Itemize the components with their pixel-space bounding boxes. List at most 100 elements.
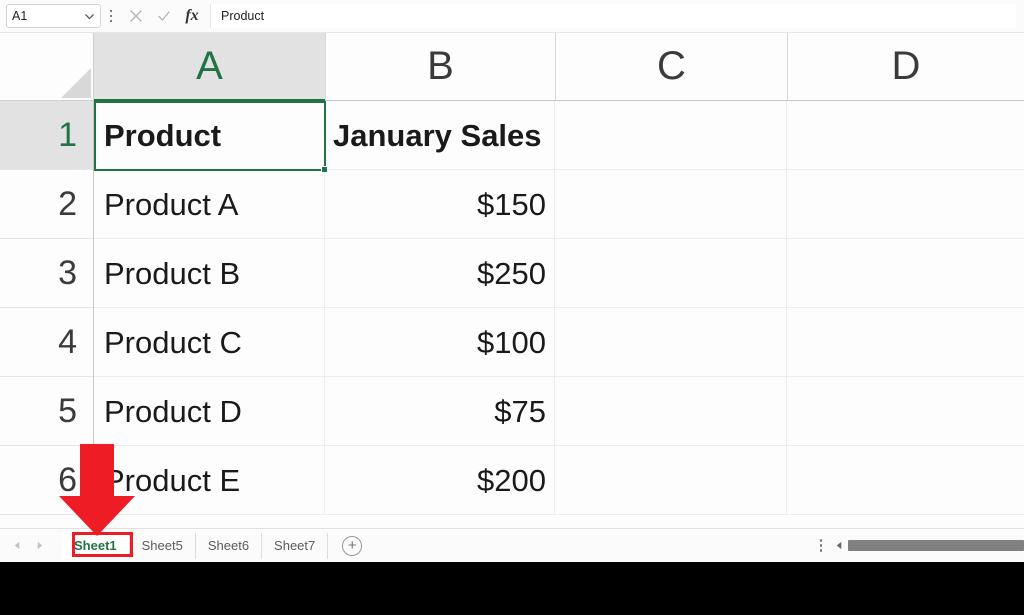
formula-action-buttons: fx [122, 3, 206, 29]
row-label: 2 [58, 184, 77, 223]
add-sheet-label: + [347, 537, 357, 554]
cell-value: $250 [477, 255, 546, 291]
formula-value: Product [221, 9, 265, 23]
column-header-c[interactable]: C [556, 33, 788, 100]
sheet-tabs: Sheet1 Sheet5 Sheet6 Sheet7 + [62, 529, 363, 563]
row-header-5[interactable]: 5 [0, 377, 93, 446]
more-vertical-icon[interactable] [103, 4, 119, 28]
plus-circle-icon[interactable]: + [342, 535, 363, 556]
letterbox-bar [0, 562, 1024, 615]
row-label: 3 [58, 253, 77, 292]
cell-a6[interactable]: Product E [94, 446, 325, 515]
cell-d5[interactable] [787, 377, 1024, 446]
table-row: Product D $75 [94, 377, 1024, 446]
cell-b1[interactable]: January Sales [325, 101, 555, 170]
sheet-tab-sheet7[interactable]: Sheet7 [262, 532, 329, 559]
cell-a1[interactable]: Product [94, 101, 325, 170]
sheet-tab-label: Sheet6 [207, 538, 250, 553]
cell-b2[interactable]: $150 [325, 170, 555, 239]
chevron-down-icon[interactable] [83, 10, 95, 22]
name-box[interactable]: A1 [6, 4, 101, 28]
row-header-6[interactable]: 6 [0, 446, 93, 515]
sheet-tab-label: Sheet7 [274, 538, 316, 553]
horizontal-scrollbar-area [812, 529, 1024, 563]
cell-d4[interactable] [787, 308, 1024, 377]
row-label: 1 [58, 115, 77, 154]
cancel-formula-button[interactable] [122, 3, 150, 29]
cell-value: Product A [104, 186, 239, 222]
dot [819, 544, 823, 547]
sheet-tab-sheet1[interactable]: Sheet1 [62, 532, 130, 559]
cell-d1[interactable] [787, 101, 1024, 170]
formula-input[interactable]: Product [210, 4, 1016, 28]
cell-d2[interactable] [787, 170, 1024, 239]
sheet-tab-bar: Sheet1 Sheet5 Sheet6 Sheet7 + [0, 528, 1024, 562]
sheet-tab-sheet5[interactable]: Sheet5 [130, 532, 196, 559]
row-label: 6 [58, 460, 77, 499]
cell-c1[interactable] [555, 101, 787, 170]
cell-value: $100 [477, 324, 546, 360]
table-row: Product E $200 [94, 446, 1024, 515]
triangle-right-icon[interactable] [28, 534, 50, 558]
column-label: C [657, 44, 686, 88]
cell-b4[interactable]: $100 [325, 308, 555, 377]
row-header-2[interactable]: 2 [0, 170, 93, 239]
column-header-a[interactable]: A [94, 33, 326, 101]
column-label: B [427, 44, 454, 88]
row-headers: 1 2 3 4 5 6 [0, 101, 94, 515]
row-label: 5 [58, 391, 77, 430]
cell-value: Product C [104, 324, 242, 360]
cell-value: $200 [477, 462, 546, 498]
horizontal-scrollbar-track[interactable] [848, 540, 1024, 551]
cell-b6[interactable]: $200 [325, 446, 555, 515]
cell-c2[interactable] [555, 170, 787, 239]
enter-formula-button[interactable] [150, 3, 178, 29]
table-row: Product C $100 [94, 308, 1024, 377]
cell-a2[interactable]: Product A [94, 170, 325, 239]
cell-c3[interactable] [555, 239, 787, 308]
grid-cells: Product January Sales Product A $150 Pro… [94, 101, 1024, 515]
select-all-corner[interactable] [0, 33, 94, 101]
cell-a5[interactable]: Product D [94, 377, 325, 446]
name-box-value: A1 [12, 9, 28, 23]
cell-a4[interactable]: Product C [94, 308, 325, 377]
cell-c5[interactable] [555, 377, 787, 446]
cell-d3[interactable] [787, 239, 1024, 308]
spreadsheet-grid: A B C D 1 2 3 4 5 6 Product January Sale… [0, 33, 1024, 528]
cell-value: Product D [104, 393, 242, 429]
dot [819, 539, 823, 542]
table-row: Product A $150 [94, 170, 1024, 239]
scroll-left-icon[interactable] [830, 534, 848, 558]
row-header-3[interactable]: 3 [0, 239, 93, 308]
cell-c6[interactable] [555, 446, 787, 515]
sheet-tab-label: Sheet5 [141, 538, 183, 553]
dot [109, 19, 113, 23]
cell-value: January Sales [333, 117, 542, 153]
excel-window: A1 fx Product A B C D 1 2 3 4 5 6 Produc… [0, 0, 1024, 562]
row-label: 4 [58, 322, 77, 361]
row-header-1[interactable]: 1 [0, 101, 93, 170]
cell-d6[interactable] [787, 446, 1024, 515]
cell-value: Product B [104, 255, 241, 291]
cell-c4[interactable] [555, 308, 787, 377]
sheet-nav-arrows [0, 534, 50, 558]
cell-a3[interactable]: Product B [94, 239, 325, 308]
insert-function-icon[interactable]: fx [178, 3, 206, 29]
cell-b3[interactable]: $250 [325, 239, 555, 308]
column-header-d[interactable]: D [788, 33, 1024, 100]
sheet-tab-label: Sheet1 [74, 538, 117, 553]
column-label: A [196, 44, 223, 88]
cell-b5[interactable]: $75 [325, 377, 555, 446]
horizontal-scrollbar-thumb[interactable] [848, 540, 1024, 551]
column-label: D [891, 44, 921, 88]
column-header-b[interactable]: B [326, 33, 556, 100]
sheet-tab-sheet6[interactable]: Sheet6 [196, 532, 263, 559]
table-row: Product January Sales [94, 101, 1024, 170]
dot [819, 549, 823, 552]
cell-value: Product E [104, 462, 241, 498]
dot [109, 9, 113, 13]
dot [109, 14, 113, 18]
triangle-left-icon[interactable] [6, 534, 28, 558]
more-vertical-icon[interactable] [812, 534, 830, 558]
row-header-4[interactable]: 4 [0, 308, 93, 377]
